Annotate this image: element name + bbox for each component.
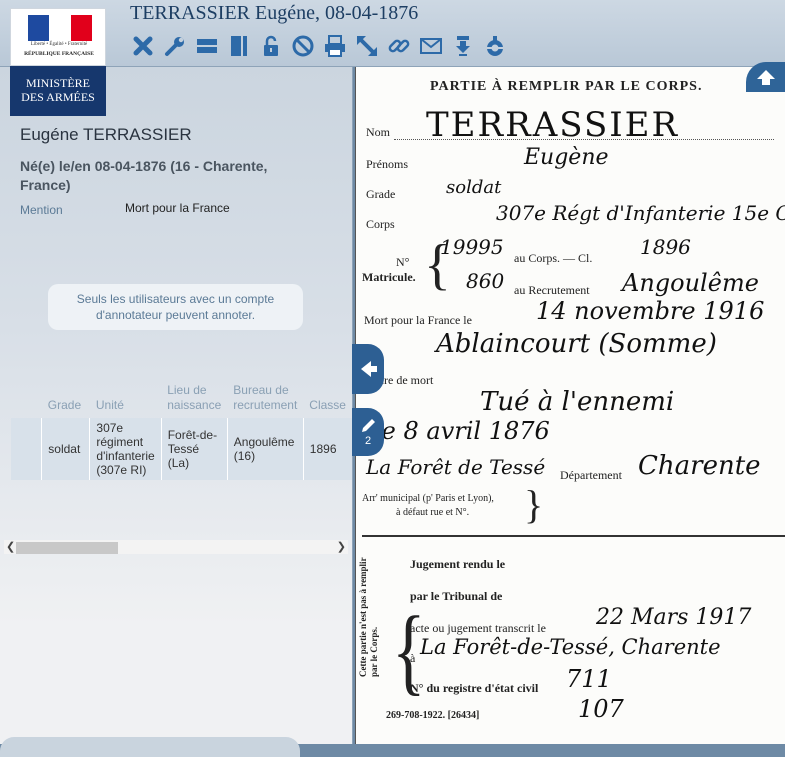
hw-lieu-naissance: La Forêt de Tessé: [366, 455, 546, 479]
doc-heading: PARTIE À REMPLIR PAR LE CORPS.: [430, 79, 703, 94]
table-row[interactable]: soldat 307e régiment d'infanterie (307e …: [11, 418, 352, 480]
doc-label-jugement: Jugement rendu le: [410, 557, 506, 571]
column-header-grade: Grade: [47, 398, 82, 412]
scroll-left-icon[interactable]: ❮: [6, 540, 15, 554]
hw-lieu-mort: Ablaincourt (Somme): [436, 329, 717, 359]
close-icon[interactable]: [130, 33, 156, 59]
hw-transcrit: 22 Mars 1917: [596, 605, 752, 630]
doc-label-au-recrutement: au Recrutement: [514, 283, 590, 297]
logo-republic: RÉPUBLIQUE FRANÇAISE: [24, 51, 94, 57]
doc-label-prenoms: Prénoms: [366, 157, 408, 171]
hw-registre2: 107: [578, 695, 624, 723]
table-cell-unite: 307e régiment d'infanterie (307e RI): [89, 418, 162, 480]
toolbar: [130, 32, 508, 60]
table-header-row: Grade Unité Lieu de naissance Bureau de …: [11, 380, 352, 418]
doc-label-registre: N° du registre d'état civil: [410, 681, 539, 695]
service-table: Grade Unité Lieu de naissance Bureau de …: [11, 380, 352, 480]
table-cell-lieu: Forêt-de-Tessé (La): [160, 418, 228, 480]
hw-a: La Forêt-de-Tessé, Charente: [420, 635, 721, 659]
mention-label: Mention: [20, 203, 63, 217]
doc-label-arr1: Arr' municipal (p' Paris et Lyon),: [362, 493, 494, 504]
column-header-bureau: Bureau de recrutement: [233, 383, 298, 412]
doc-footer: 269-708-1922. [26434]: [386, 710, 480, 721]
doc-label-departement: Département: [560, 468, 622, 482]
hw-naissance: le 8 avril 1876: [374, 417, 550, 445]
logo-motto: Liberté • Égalité • Fraternité: [30, 42, 88, 47]
forbidden-icon[interactable]: [290, 33, 316, 59]
horizontal-layout-icon[interactable]: [194, 33, 220, 59]
doc-label-corps: Corps: [366, 217, 395, 231]
hw-prenom: Eugène: [524, 145, 609, 170]
bottom-panel-tab[interactable]: [0, 737, 300, 757]
arr-brace-icon: }: [524, 482, 544, 527]
doc-label-nom: Nom: [366, 125, 390, 139]
table-cell-grade: soldat: [41, 418, 90, 480]
wrench-icon[interactable]: [162, 33, 188, 59]
annotations-button[interactable]: 2: [352, 408, 384, 456]
arrow-left-icon: [361, 361, 377, 377]
pencil-icon: [362, 419, 375, 432]
doc-label-mort: Mort pour la France le: [364, 313, 472, 327]
hw-grade: soldat: [446, 177, 502, 198]
hw-corps: 307e Régt d'Infanterie 15e C: [496, 201, 785, 225]
table-cell: [11, 418, 42, 480]
hw-date-mort: 14 novembre 1916: [536, 297, 765, 325]
annotation-notice: Seuls les utilisateurs avec un compte d'…: [48, 284, 303, 330]
hw-matricule: 860: [466, 269, 505, 293]
republic-emblem: Liberté • Égalité • Fraternité RÉPUBLIQU…: [10, 8, 106, 66]
doc-label-au-corps: au Corps. — Cl.: [514, 251, 593, 265]
download-icon[interactable]: [450, 33, 476, 59]
table-cell-bureau: Angoulême (16): [226, 418, 304, 480]
doc-label-tribunal: par le Tribunal de: [410, 589, 503, 603]
hw-departement: Charente: [638, 451, 761, 481]
column-header-classe: Classe: [309, 398, 346, 412]
logo-ministry: MINISTÈRE DES ARMÉES: [10, 66, 106, 116]
scroll-up-button[interactable]: [746, 62, 785, 92]
dotted-line: [394, 139, 774, 140]
collapse-panel-button[interactable]: [352, 344, 384, 394]
details-panel: Eugéne TERRASSIER Né(e) le/en 08-04-1876…: [0, 67, 353, 744]
doc-label-matricule: Matricule.: [362, 270, 416, 284]
hw-genre: Tué à l'ennemi: [480, 387, 675, 417]
unlock-icon[interactable]: [258, 33, 284, 59]
top-bar: TERRASSIER Eugéne, 08-04-1876: [0, 0, 785, 67]
column-header-unite: Unité: [95, 398, 124, 412]
hw-registre: 711: [566, 665, 612, 693]
doc-label-grade: Grade: [366, 187, 396, 201]
person-birth: Né(e) le/en 08-04-1876 (16 - Charente, F…: [20, 158, 268, 193]
mention-value: Mort pour la France: [125, 201, 230, 215]
doc-label-arr2: à défaut rue et N°.: [396, 507, 470, 518]
marianne-flag-icon: [28, 15, 92, 41]
hw-classe: 1896: [640, 235, 691, 259]
record-title: TERRASSIER Eugéne, 08-04-1876: [130, 2, 419, 24]
arrow-up-icon: [757, 70, 775, 85]
print-icon[interactable]: [322, 33, 348, 59]
document-viewer[interactable]: PARTIE À REMPLIR PAR LE CORPS. Nom TERRA…: [355, 67, 785, 744]
person-name: Eugéne TERRASSIER: [20, 125, 192, 144]
doc-label-acte: acte ou jugement transcrit le: [410, 621, 546, 635]
table-cell-classe: 1896: [302, 418, 352, 480]
annotation-count: 2: [364, 435, 372, 447]
column-header-lieu: Lieu de naissance: [167, 383, 222, 412]
hw-recrutement: Angoulême: [622, 269, 759, 297]
logo-ministry-line2: DES ARMÉES: [21, 90, 95, 104]
scrollbar-thumb[interactable]: [16, 542, 118, 554]
horizontal-scrollbar[interactable]: ❮ ❯: [4, 540, 348, 554]
link-icon[interactable]: [386, 33, 412, 59]
scroll-right-icon[interactable]: ❯: [337, 540, 346, 554]
email-icon[interactable]: [418, 33, 444, 59]
doc-label-a: à: [410, 651, 416, 665]
doc-label-no: N°: [396, 255, 410, 269]
lifebuoy-icon[interactable]: [482, 33, 508, 59]
doc-side-note: Cette partie n'est pas à remplir par le …: [358, 557, 379, 677]
logo-ministry-line1: MINISTÈRE: [26, 76, 90, 90]
hw-numero: 19995: [440, 235, 504, 259]
resize-icon[interactable]: [354, 33, 380, 59]
ministry-logo[interactable]: Liberté • Égalité • Fraternité RÉPUBLIQU…: [10, 8, 106, 116]
column-header: [11, 380, 42, 418]
vertical-layout-icon[interactable]: [226, 33, 252, 59]
section-divider: [362, 535, 785, 537]
